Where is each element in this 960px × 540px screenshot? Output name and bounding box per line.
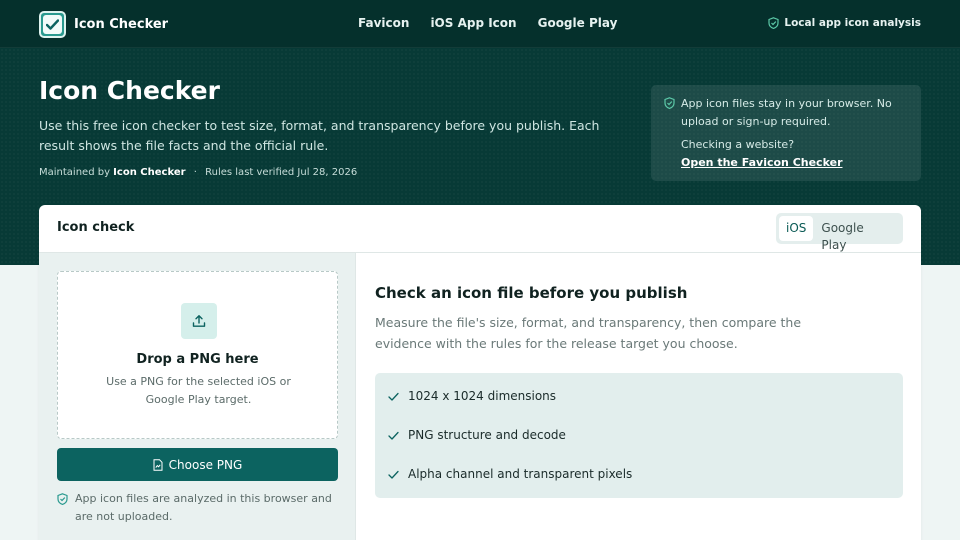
page-subtitle: Use this free icon checker to test size,… [39, 118, 600, 153]
upload-icon [181, 303, 217, 339]
checks-list: 1024 x 1024 dimensions PNG structure and… [375, 373, 903, 498]
main-nav: Favicon iOS App Icon Google Play [358, 16, 617, 30]
icon-check-card: Icon check iOS Google Play Drop a PNG he… [39, 205, 921, 540]
card-header: Icon check iOS Google Play [39, 205, 921, 253]
privacy-notice: App icon files stay in your browser. No … [651, 85, 921, 181]
maintainer-line: Maintained by Icon Checker · Rules last … [39, 167, 357, 178]
dropzone-title: Drop a PNG here [136, 352, 259, 367]
platform-option-google-play[interactable]: Google Play [813, 216, 900, 252]
separator: · [193, 167, 197, 178]
check-label: PNG structure and decode [408, 428, 566, 442]
png-dropzone[interactable]: Drop a PNG here Use a PNG for the select… [57, 271, 338, 439]
nav-item-google-play[interactable]: Google Play [538, 16, 618, 30]
privacy-text: App icon files stay in your browser. No … [681, 97, 892, 128]
platform-toggle: iOS Google Play [776, 213, 903, 252]
upload-note-text: App icon files are analyzed in this brow… [75, 492, 332, 523]
shield-check-icon [768, 17, 779, 29]
checkbox-logo-icon [39, 11, 66, 38]
platform-option-ios[interactable]: iOS [779, 216, 814, 241]
upload-panel: Drop a PNG here Use a PNG for the select… [39, 253, 356, 540]
maintained-prefix: Maintained by [39, 167, 110, 178]
favicon-question: Checking a website? [681, 138, 795, 151]
check-label: 1024 x 1024 dimensions [408, 389, 557, 403]
file-image-icon [153, 458, 163, 471]
result-title: Check an icon file before you publish [375, 284, 688, 302]
page-title: Icon Checker [39, 76, 220, 105]
nav-item-ios-app-icon[interactable]: iOS App Icon [430, 16, 516, 30]
check-icon [388, 431, 399, 440]
list-item: 1024 x 1024 dimensions [375, 384, 903, 423]
upload-privacy-note: App icon files are analyzed in this brow… [57, 490, 338, 526]
list-item: PNG structure and decode [375, 423, 903, 462]
shield-check-icon [57, 493, 68, 505]
dropzone-help: Use a PNG for the selected iOS or Google… [106, 375, 291, 406]
result-description: Measure the file's size, format, and tra… [375, 315, 802, 351]
local-analysis-badge: Local app icon analysis [768, 17, 921, 29]
choose-png-button[interactable]: Choose PNG [57, 448, 338, 481]
list-item: Alpha channel and transparent pixels [375, 462, 903, 501]
nav-item-favicon[interactable]: Favicon [358, 16, 409, 30]
top-navigation-bar: Icon Checker Favicon iOS App Icon Google… [0, 0, 960, 48]
maintainer-name: Icon Checker [113, 167, 186, 178]
check-icon [388, 470, 399, 479]
brand[interactable]: Icon Checker [39, 11, 168, 38]
local-analysis-label: Local app icon analysis [784, 17, 921, 29]
shield-check-icon [664, 97, 675, 109]
rules-verified-date: Rules last verified Jul 28, 2026 [205, 167, 358, 178]
card-title: Icon check [57, 220, 135, 235]
choose-png-label: Choose PNG [168, 457, 243, 472]
check-label: Alpha channel and transparent pixels [408, 467, 633, 481]
favicon-checker-link[interactable]: Open the Favicon Checker [681, 154, 843, 172]
check-icon [388, 392, 399, 401]
brand-name: Icon Checker [74, 17, 169, 32]
